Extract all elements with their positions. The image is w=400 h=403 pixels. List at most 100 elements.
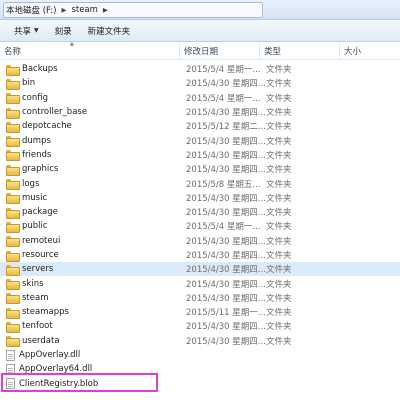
modified-date: 2015/4/30 星期四...: [186, 322, 266, 333]
file-name: bin: [22, 78, 36, 89]
breadcrumb-drive[interactable]: 本地磁盘 (F:): [6, 4, 56, 16]
file-type: 文件夹: [266, 165, 292, 176]
modified-date: 2015/4/30 星期四...: [186, 293, 266, 304]
folder-icon: [6, 207, 20, 219]
folder-row[interactable]: music 2015/4/30 星期四... 文件夹: [0, 191, 400, 205]
modified-date: 2015/4/30 星期四...: [186, 251, 266, 261]
share-button[interactable]: 共享 ▼: [6, 23, 47, 39]
folder-row[interactable]: dumps 2015/4/30 星期四... 文件夹: [0, 133, 400, 148]
column-name-label: 名称: [4, 47, 22, 57]
file-icon: [6, 378, 15, 390]
new-folder-button-label: 新建文件夹: [87, 26, 131, 37]
folder-row[interactable]: steam 2015/4/30 星期四... 文件夹: [0, 291, 400, 305]
file-type: 文件夹: [266, 222, 292, 233]
folder-row[interactable]: config 2015/5/4 星期一... 文件夹: [0, 91, 400, 105]
file-name-cell: graphics: [6, 164, 59, 176]
modified-date: 2015/4/30 星期四...: [186, 79, 266, 90]
file-name-cell: servers: [6, 264, 53, 276]
column-type[interactable]: 类型: [260, 42, 340, 60]
modified-date: 2015/4/30 星期四...: [186, 136, 266, 147]
file-list: Backups 2015/5/4 星期一... 文件夹 bin 2015/4/30 星期…: [0, 62, 400, 391]
file-name-cell: dumps: [6, 135, 51, 148]
file-name: AppOverlay64.dll: [19, 364, 93, 375]
folder-icon: [6, 307, 20, 319]
file-type: 文件夹: [266, 93, 292, 104]
folder-row[interactable]: Backups 2015/5/4 星期一... 文件夹: [0, 62, 400, 76]
modified-date: 2015/4/30 星期四...: [186, 193, 266, 204]
file-name: userdata: [22, 335, 60, 346]
modified-date: 2015/5/4 星期一...: [186, 93, 261, 104]
modified-date: 2015/4/30 星期四...: [186, 265, 266, 276]
file-name: ClientRegistry.blob: [19, 378, 99, 389]
file-row[interactable]: AppOverlay64.dll: [0, 362, 400, 376]
modified-date: 2015/5/4 星期一...: [186, 65, 261, 76]
folder-row[interactable]: skins 2015/4/30 星期四... 文件夹: [0, 276, 400, 291]
column-date-label: 修改日期: [184, 47, 219, 57]
modified-date: 2015/4/30 星期四...: [186, 279, 266, 290]
file-name-cell: steamapps: [6, 307, 69, 319]
folder-icon: [6, 179, 20, 191]
sort-caret-icon: ▲: [70, 41, 74, 47]
file-name-cell: logs: [6, 178, 40, 191]
folder-row[interactable]: package 2015/4/30 星期四... 文件夹: [0, 205, 400, 219]
file-row[interactable]: ClientRegistry.blob: [0, 377, 400, 391]
column-type-label: 类型: [264, 47, 282, 57]
file-row[interactable]: AppOverlay.dll: [0, 348, 400, 362]
folder-row[interactable]: friends 2015/4/30 星期四... 文件夹: [0, 148, 400, 162]
modified-date: 2015/4/30 星期四...: [186, 208, 266, 219]
file-type: 文件夹: [266, 179, 292, 190]
file-name: config: [22, 92, 49, 103]
file-name: steamapps: [22, 307, 69, 318]
folder-row[interactable]: resource 2015/4/30 星期四... 文件夹: [0, 248, 400, 262]
file-name: Backups: [22, 64, 58, 75]
file-name-cell: bin: [6, 78, 36, 90]
folder-icon: [6, 164, 20, 176]
breadcrumb-separator-icon[interactable]: ▶: [61, 6, 66, 14]
command-bar: 共享 ▼ 刻录 新建文件夹: [0, 20, 400, 42]
file-name-cell: tenfoot: [6, 321, 53, 333]
file-name: graphics: [22, 164, 59, 175]
file-name-cell: AppOverlay64.dll: [6, 363, 93, 375]
folder-icon: [6, 293, 20, 305]
folder-icon: [6, 107, 20, 119]
column-size-label: 大小: [344, 47, 362, 57]
folder-row[interactable]: bin 2015/4/30 星期四... 文件夹: [0, 76, 400, 90]
folder-row[interactable]: graphics 2015/4/30 星期四... 文件夹: [0, 162, 400, 176]
file-type: 文件夹: [266, 122, 292, 133]
folder-row[interactable]: controller_base 2015/4/30 星期四... 文件夹: [0, 105, 400, 119]
folder-row[interactable]: tenfoot 2015/4/30 星期四... 文件夹: [0, 319, 400, 333]
file-type: 文件夹: [266, 150, 292, 161]
breadcrumb[interactable]: 本地磁盘 (F:) ▶ steam ▶: [3, 1, 263, 18]
file-type: 文件夹: [266, 336, 292, 347]
file-name-cell: package: [6, 207, 58, 219]
file-name: dumps: [22, 135, 51, 146]
folder-icon: [6, 221, 20, 233]
file-name: logs: [22, 178, 40, 189]
breadcrumb-folder[interactable]: steam: [71, 5, 97, 15]
folder-row[interactable]: steamapps 2015/5/11 星期一... 文件夹: [0, 305, 400, 319]
file-type: 文件夹: [266, 79, 292, 90]
new-folder-button[interactable]: 新建文件夹: [80, 23, 139, 39]
column-name[interactable]: ▲ 名称: [0, 41, 180, 60]
address-bar[interactable]: 本地磁盘 (F:) ▶ steam ▶: [0, 0, 400, 20]
file-type: 文件夹: [266, 308, 292, 319]
folder-icon: [6, 136, 20, 148]
folder-icon: [6, 121, 20, 133]
folder-row[interactable]: userdata 2015/4/30 星期四... 文件夹: [0, 334, 400, 348]
folder-row[interactable]: public 2015/5/4 星期一... 文件夹: [0, 219, 400, 233]
folder-row[interactable]: remoteui 2015/4/30 星期四... 文件夹: [0, 234, 400, 248]
folder-row[interactable]: logs 2015/5/8 星期五... 文件夹: [0, 176, 400, 191]
modified-date: 2015/4/30 星期四...: [186, 165, 266, 176]
folder-row[interactable]: servers 2015/4/30 星期四... 文件夹: [0, 262, 400, 277]
file-name-cell: Backups: [6, 64, 58, 76]
file-type: 文件夹: [266, 236, 292, 247]
modified-date: 2015/4/30 星期四...: [186, 108, 266, 119]
file-name: remoteui: [22, 235, 61, 246]
breadcrumb-separator-icon[interactable]: ▶: [103, 6, 108, 14]
folder-row[interactable]: depotcache 2015/5/12 星期二... 文件夹: [0, 119, 400, 133]
column-date[interactable]: 修改日期: [180, 42, 260, 60]
file-type: 文件夹: [266, 208, 292, 219]
folder-icon: [6, 93, 20, 105]
column-size[interactable]: 大小: [340, 42, 400, 60]
burn-button[interactable]: 刻录: [47, 23, 80, 39]
